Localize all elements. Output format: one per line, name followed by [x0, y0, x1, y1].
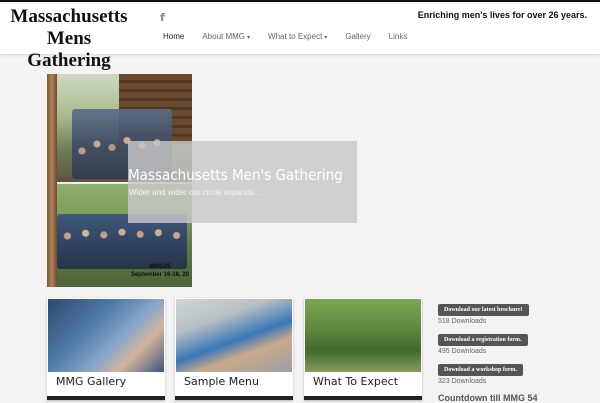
chevron-down-icon: ▾: [324, 35, 328, 41]
download-count: 495 Downloads: [438, 348, 487, 355]
download-registration: Download a registration form. 495 Downlo…: [438, 328, 528, 355]
site-title-line1: Massachusetts: [10, 6, 128, 27]
chevron-down-icon: ▾: [247, 35, 251, 41]
download-workshop: Download a workshop form. 323 Downloads: [438, 358, 524, 385]
download-count: 323 Downloads: [438, 378, 487, 385]
site-tagline: Enriching men's lives for over 26 years.: [417, 10, 587, 20]
nav-item-label: Links: [388, 32, 408, 41]
slider-subtitle: Wider and wider our circle expands...: [129, 188, 261, 197]
nav-item-label: Gallery: [345, 32, 371, 41]
card-image[interactable]: [176, 299, 292, 372]
card-image[interactable]: [305, 299, 421, 372]
card-bar: [47, 396, 165, 400]
card-mmg-gallery[interactable]: MMG Gallery: [47, 298, 165, 400]
nav-item-gallery[interactable]: Gallery: [339, 28, 376, 45]
download-brochure: Download our latest brochure! 518 Downlo…: [438, 298, 529, 325]
countdown-heading: Countdown till MMG 54: [438, 393, 538, 403]
download-registration-button[interactable]: Download a registration form.: [438, 334, 528, 346]
site-logo[interactable]: Massachusetts Mens Gathering: [8, 6, 130, 72]
slider-title: Massachusetts Men's Gathering: [128, 166, 343, 184]
nav-item-links[interactable]: Links: [383, 28, 414, 45]
card-title[interactable]: What To Expect: [313, 375, 398, 388]
photo-caption-line2: September 16-18, 20: [130, 272, 189, 278]
card-what-to-expect[interactable]: What To Expect: [304, 298, 422, 400]
card-bar: [175, 396, 293, 400]
photo-caption: MMG45 September 16-18, 20: [131, 263, 189, 279]
card-image[interactable]: [48, 299, 164, 372]
nav-item-what-to-expect[interactable]: What to Expect ▾: [262, 28, 333, 45]
photo-caption-line1: MMG45: [149, 264, 171, 270]
card-title[interactable]: Sample Menu: [184, 375, 259, 388]
card-title[interactable]: MMG Gallery: [56, 375, 126, 388]
main-nav: Home About MMG ▾ What to Expect ▾ Gallery …: [157, 28, 419, 45]
site-header: Massachusetts Mens Gathering f Enriching…: [0, 2, 600, 71]
nav-item-home[interactable]: Home: [157, 28, 190, 45]
download-brochure-button[interactable]: Download our latest brochure!: [438, 304, 529, 316]
nav-item-label: What to Expect: [268, 32, 323, 41]
download-workshop-button[interactable]: Download a workshop form.: [438, 364, 524, 376]
card-sample-menu[interactable]: Sample Menu: [175, 298, 293, 400]
nav-item-label: About MMG: [202, 32, 246, 41]
card-bar: [304, 396, 422, 400]
nav-item-about-mmg[interactable]: About MMG ▾: [196, 28, 256, 45]
tree-trunk-image: [47, 74, 57, 287]
slider-caption: Massachusetts Men's Gathering Wider and …: [128, 141, 357, 223]
facebook-icon[interactable]: f: [160, 11, 165, 24]
download-count: 518 Downloads: [438, 318, 487, 325]
nav-item-label: Home: [163, 32, 185, 41]
site-title-line2: Mens Gathering: [27, 28, 111, 71]
